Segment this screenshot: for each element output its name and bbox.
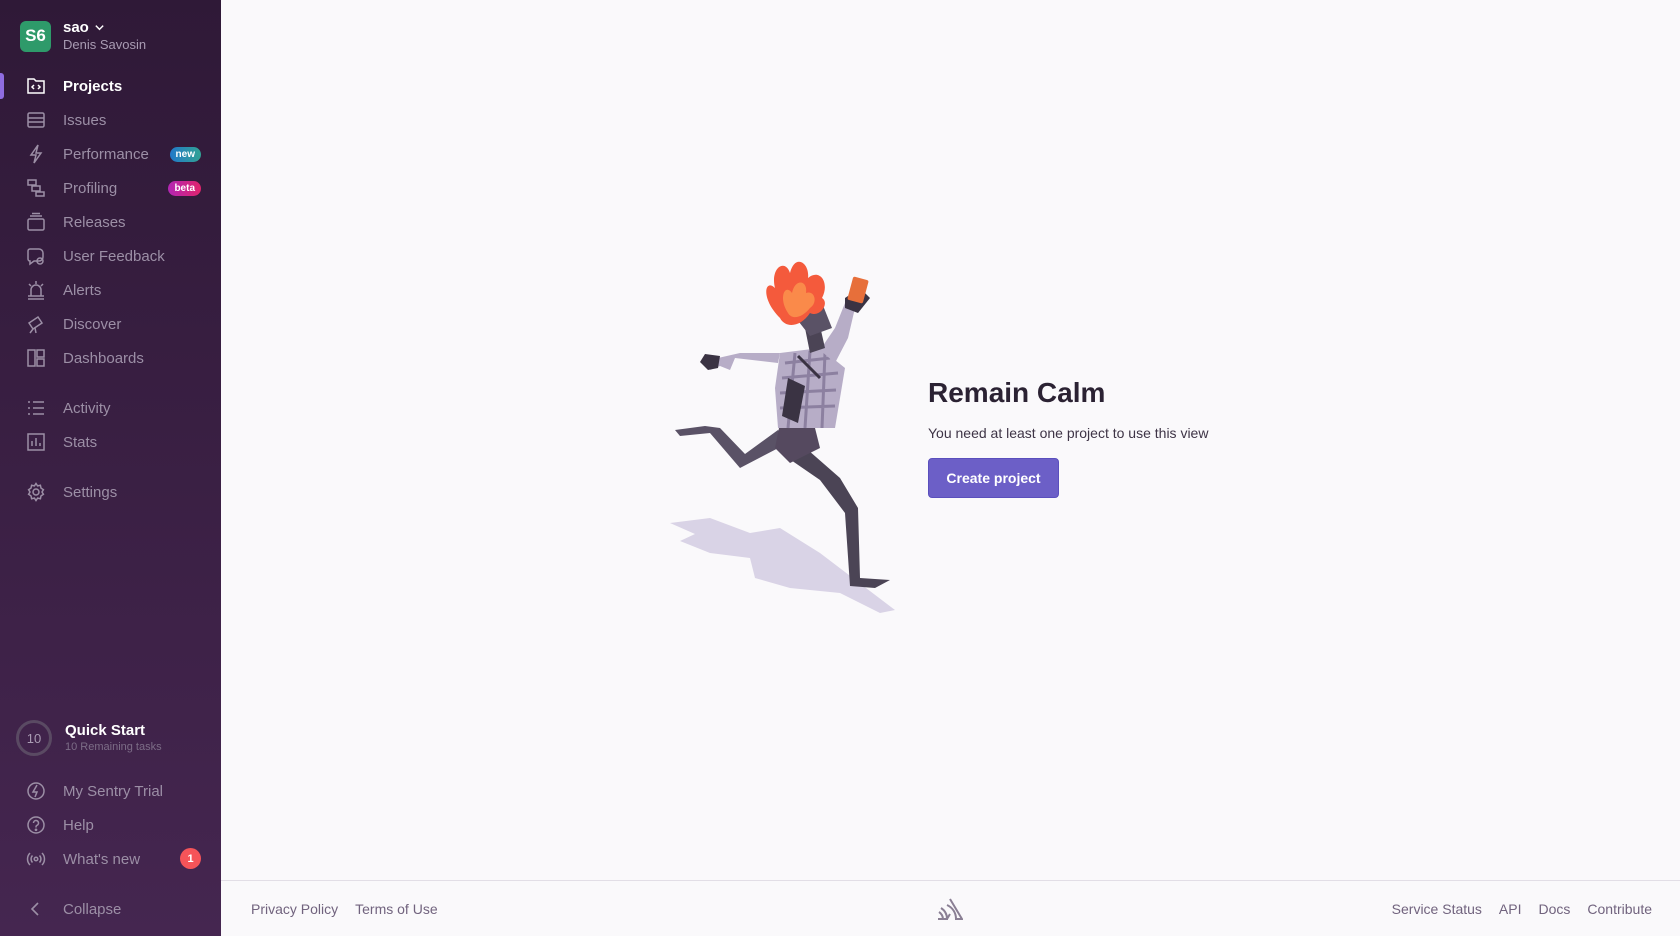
terms-of-use-link[interactable]: Terms of Use bbox=[355, 901, 437, 917]
quick-start-title: Quick Start bbox=[65, 722, 146, 739]
sidebar-item-label: Stats bbox=[63, 433, 98, 451]
settings-nav: Settings bbox=[0, 475, 221, 509]
org-switcher[interactable]: S6 sao Denis Savosin bbox=[20, 19, 146, 53]
quick-start[interactable]: 10 Quick Start 10 Remaining tasks bbox=[16, 720, 162, 756]
sidebar-item-label: Activity bbox=[63, 399, 111, 417]
quick-start-subtitle: 10 Remaining tasks bbox=[65, 741, 162, 753]
collapse-label: Collapse bbox=[63, 900, 122, 918]
releases-icon bbox=[25, 211, 47, 233]
collapse-nav: Collapse bbox=[0, 892, 221, 926]
sidebar-item-label: Performance bbox=[63, 145, 149, 163]
org-avatar: S6 bbox=[20, 20, 51, 52]
org-user-name: Denis Savosin bbox=[63, 37, 147, 52]
sidebar-item-label: Help bbox=[63, 816, 94, 834]
broadcast-icon bbox=[25, 848, 47, 870]
help-icon bbox=[25, 814, 47, 836]
sidebar-item-dashboards[interactable]: Dashboards bbox=[0, 341, 221, 375]
empty-state-title: Remain Calm bbox=[928, 377, 1106, 408]
notification-count-badge: 1 bbox=[180, 848, 201, 869]
chevron-left-icon bbox=[25, 898, 47, 920]
sidebar-item-profiling[interactable]: Profiling beta bbox=[0, 171, 221, 205]
sidebar-item-activity[interactable]: Activity bbox=[0, 391, 221, 425]
sidebar-item-help[interactable]: Help bbox=[0, 808, 221, 842]
sidebar-item-label: Alerts bbox=[63, 281, 102, 299]
sidebar-item-label: User Feedback bbox=[63, 247, 165, 265]
sidebar-item-alerts[interactable]: Alerts bbox=[0, 273, 221, 307]
privacy-policy-link[interactable]: Privacy Policy bbox=[251, 901, 338, 917]
sidebar-item-issues[interactable]: Issues bbox=[0, 103, 221, 137]
footer: Privacy Policy Terms of Use Service Stat… bbox=[221, 880, 1680, 936]
empty-state: Remain Calm You need at least one projec… bbox=[670, 258, 1270, 618]
projects-icon bbox=[25, 75, 47, 97]
sidebar-item-label: Profiling bbox=[63, 179, 118, 197]
sidebar-item-stats[interactable]: Stats bbox=[0, 425, 221, 459]
chevron-down-icon bbox=[95, 25, 104, 31]
primary-nav: Projects Issues Performance new Profilin… bbox=[0, 69, 221, 375]
sidebar-item-sentry-trial[interactable]: My Sentry Trial bbox=[0, 774, 221, 808]
beta-badge: beta bbox=[168, 181, 201, 196]
sidebar-item-label: Issues bbox=[63, 111, 107, 129]
sidebar-item-label: What's new bbox=[63, 850, 141, 868]
sidebar-item-label: Settings bbox=[63, 483, 118, 501]
new-badge: new bbox=[169, 147, 201, 162]
discover-icon bbox=[25, 313, 47, 335]
sentry-trial-icon bbox=[25, 780, 47, 802]
docs-link[interactable]: Docs bbox=[1539, 901, 1571, 917]
activity-icon bbox=[25, 397, 47, 419]
performance-icon bbox=[25, 143, 47, 165]
sidebar-item-settings[interactable]: Settings bbox=[0, 475, 221, 509]
sidebar-item-releases[interactable]: Releases bbox=[0, 205, 221, 239]
sidebar-item-label: Dashboards bbox=[63, 349, 144, 367]
sidebar-item-discover[interactable]: Discover bbox=[0, 307, 221, 341]
alerts-icon bbox=[25, 279, 47, 301]
sidebar-item-user-feedback[interactable]: User Feedback bbox=[0, 239, 221, 273]
dashboards-icon bbox=[25, 347, 47, 369]
sidebar-item-projects[interactable]: Projects bbox=[0, 69, 221, 103]
create-project-button[interactable]: Create project bbox=[928, 458, 1059, 498]
running-person-on-fire-illustration bbox=[670, 261, 895, 613]
user-feedback-icon bbox=[25, 245, 47, 267]
org-name: sao bbox=[63, 19, 89, 36]
sidebar-item-label: Releases bbox=[63, 213, 126, 231]
bottom-nav: My Sentry Trial Help What's new 1 bbox=[0, 774, 221, 876]
quick-start-progress: 10 bbox=[16, 720, 52, 756]
sidebar-item-label: Projects bbox=[63, 77, 123, 95]
main-content: Remain Calm You need at least one projec… bbox=[221, 0, 1680, 880]
settings-icon bbox=[25, 481, 47, 503]
contribute-link[interactable]: Contribute bbox=[1587, 901, 1652, 917]
sidebar-item-performance[interactable]: Performance new bbox=[0, 137, 221, 171]
empty-state-description: You need at least one project to use thi… bbox=[928, 425, 1209, 441]
stats-icon bbox=[25, 431, 47, 453]
sidebar-item-whats-new[interactable]: What's new 1 bbox=[0, 842, 221, 876]
collapse-button[interactable]: Collapse bbox=[0, 892, 221, 926]
issues-icon bbox=[25, 109, 47, 131]
api-link[interactable]: API bbox=[1499, 901, 1522, 917]
sidebar-item-label: Discover bbox=[63, 315, 122, 333]
sidebar-item-label: My Sentry Trial bbox=[63, 782, 164, 800]
sentry-logo-icon bbox=[938, 898, 963, 920]
sidebar: S6 sao Denis Savosin Projects Issues Per… bbox=[0, 0, 221, 936]
service-status-link[interactable]: Service Status bbox=[1392, 901, 1482, 917]
secondary-nav: Activity Stats bbox=[0, 391, 221, 459]
profiling-icon bbox=[25, 177, 47, 199]
